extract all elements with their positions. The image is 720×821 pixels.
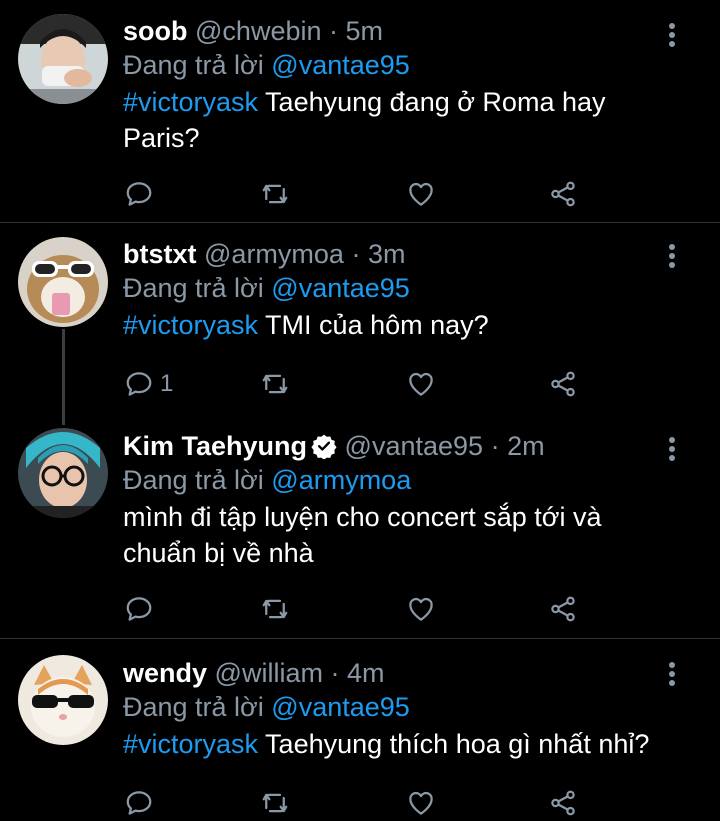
tweet-header: Kim Taehyung @vantae95 · 2m	[123, 429, 663, 463]
share-button[interactable]	[548, 366, 578, 402]
more-icon[interactable]	[662, 659, 682, 689]
avatar[interactable]	[18, 655, 108, 745]
tweet-body: Taehyung thích hoa gì nhất nhỉ?	[258, 729, 650, 759]
hashtag-link[interactable]: #victoryask	[123, 310, 258, 340]
timestamp[interactable]: 5m	[346, 16, 384, 46]
tweet[interactable]: soob @chwebin · 5m Đang trả lời @vantae9…	[0, 0, 720, 222]
more-icon[interactable]	[662, 20, 682, 50]
reply-button[interactable]	[124, 785, 160, 821]
separator-dot: ·	[490, 431, 500, 461]
replying-to: Đang trả lời @vantae95	[123, 690, 663, 724]
more-icon[interactable]	[662, 434, 682, 464]
tweet-body: TMI của hôm nay?	[258, 310, 489, 340]
display-name[interactable]: btstxt	[123, 239, 197, 269]
replying-to: Đang trả lời @vantae95	[123, 48, 663, 82]
avatar[interactable]	[18, 428, 108, 518]
tweet-body: mình đi tập luyện cho concert sắp tới và…	[123, 502, 602, 568]
hashtag-link[interactable]: #victoryask	[123, 87, 258, 117]
retweet-icon	[262, 184, 288, 204]
timestamp[interactable]: 3m	[368, 239, 406, 269]
reply-button[interactable]: 1	[124, 366, 173, 402]
share-icon	[551, 371, 575, 397]
share-button[interactable]	[548, 785, 578, 821]
action-bar: 1	[124, 366, 584, 402]
tweet-text: mình đi tập luyện cho concert sắp tới và…	[123, 499, 663, 571]
like-icon	[409, 597, 433, 621]
action-bar	[124, 785, 584, 821]
retweet-button[interactable]	[260, 366, 290, 402]
like-icon	[409, 372, 433, 396]
more-icon[interactable]	[662, 241, 682, 271]
tweet-text: #victoryask Taehyung đang ở Roma hay Par…	[123, 84, 663, 156]
reply-button[interactable]	[124, 591, 160, 627]
reply-icon	[126, 372, 152, 396]
avatar[interactable]	[18, 14, 108, 104]
like-icon	[409, 182, 433, 206]
share-button[interactable]	[548, 176, 578, 212]
tweet-text: #victoryask Taehyung thích hoa gì nhất n…	[123, 726, 663, 762]
retweet-button[interactable]	[260, 591, 290, 627]
username[interactable]: @chwebin	[195, 16, 321, 46]
tweet[interactable]: btstxt @armymoa · 3m Đang trả lời @vanta…	[0, 223, 720, 425]
reply-icon	[126, 182, 152, 206]
action-bar	[124, 591, 584, 627]
username[interactable]: @william	[215, 658, 323, 688]
retweet-icon	[262, 374, 288, 394]
share-icon	[551, 181, 575, 207]
reply-button[interactable]	[124, 176, 160, 212]
share-icon	[551, 790, 575, 816]
separator-dot: ·	[330, 658, 340, 688]
reply-feed: soob @chwebin · 5m Đang trả lời @vantae9…	[0, 0, 720, 819]
display-name[interactable]: soob	[123, 16, 188, 46]
hashtag-link[interactable]: #victoryask	[123, 729, 258, 759]
replying-label: Đang trả lời	[123, 50, 264, 80]
share-icon	[551, 596, 575, 622]
display-name[interactable]: wendy	[123, 658, 207, 688]
username[interactable]: @vantae95	[345, 431, 484, 461]
tweet-text: #victoryask TMI của hôm nay?	[123, 307, 663, 343]
share-button[interactable]	[548, 591, 578, 627]
display-name[interactable]: Kim Taehyung	[123, 431, 307, 461]
tweet-header: soob @chwebin · 5m	[123, 14, 663, 48]
replying-label: Đang trả lời	[123, 692, 264, 722]
like-button[interactable]	[406, 366, 436, 402]
retweet-button[interactable]	[260, 176, 290, 212]
tweet-header: btstxt @armymoa · 3m	[123, 237, 663, 271]
retweet-icon	[262, 793, 288, 813]
avatar[interactable]	[18, 237, 108, 327]
replying-label: Đang trả lời	[123, 465, 264, 495]
replying-mention-link[interactable]: @vantae95	[271, 273, 410, 303]
like-button[interactable]	[406, 785, 436, 821]
verified-badge-icon	[311, 434, 337, 459]
like-button[interactable]	[406, 176, 436, 212]
thread-line	[62, 329, 65, 425]
timestamp[interactable]: 4m	[347, 658, 385, 688]
separator-dot: ·	[351, 239, 361, 269]
replying-label: Đang trả lời	[123, 273, 264, 303]
like-button[interactable]	[406, 591, 436, 627]
replying-to: Đang trả lời @armymoa	[123, 463, 663, 497]
like-icon	[409, 791, 433, 815]
retweet-icon	[262, 599, 288, 619]
replying-mention-link[interactable]: @vantae95	[271, 50, 410, 80]
reply-icon	[126, 791, 152, 815]
tweet[interactable]: wendy @william · 4m Đang trả lời @vantae…	[0, 639, 720, 819]
action-bar	[124, 176, 584, 212]
timestamp[interactable]: 2m	[507, 431, 545, 461]
replying-mention-link[interactable]: @vantae95	[271, 692, 410, 722]
reply-icon	[126, 597, 152, 621]
replying-to: Đang trả lời @vantae95	[123, 271, 663, 305]
tweet-header: wendy @william · 4m	[123, 656, 663, 690]
separator-dot: ·	[329, 16, 339, 46]
tweet[interactable]: Kim Taehyung @vantae95 · 2m Đang trả lời…	[0, 416, 720, 638]
replying-mention-link[interactable]: @armymoa	[271, 465, 411, 495]
username[interactable]: @armymoa	[204, 239, 344, 269]
retweet-button[interactable]	[260, 785, 290, 821]
reply-count: 1	[160, 370, 174, 397]
